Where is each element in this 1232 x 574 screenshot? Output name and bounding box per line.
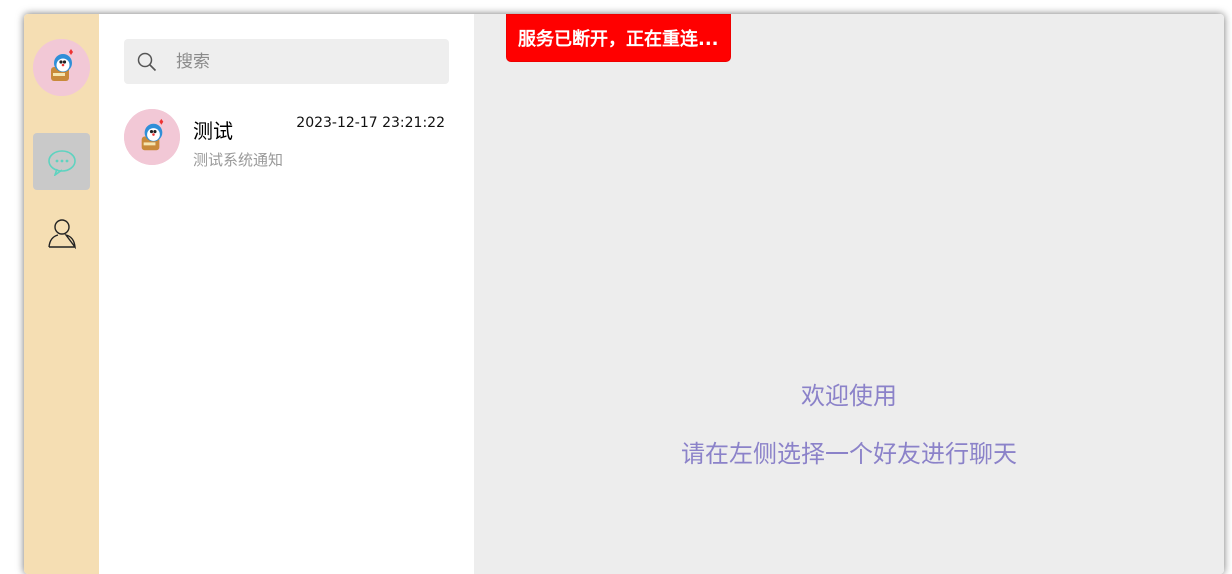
search-icon bbox=[137, 52, 157, 72]
user-icon bbox=[47, 218, 76, 249]
select-friend-hint: 请在左侧选择一个好友进行聊天 bbox=[681, 440, 1017, 468]
doraemon-avatar-icon bbox=[124, 109, 180, 165]
nav-rail bbox=[24, 14, 99, 574]
conversation-preview: 测试系统通知 bbox=[193, 151, 284, 169]
conversation-item[interactable]: 测试 2023-12-17 23:21:22 测试系统通知 bbox=[124, 109, 449, 169]
chat-app-window: 测试 2023-12-17 23:21:22 测试系统通知 服务已断开，正在重连… bbox=[24, 14, 1224, 574]
doraemon-avatar-icon bbox=[33, 39, 90, 96]
nav-contacts-button[interactable] bbox=[33, 204, 90, 261]
connection-status-toast: 服务已断开，正在重连... bbox=[506, 14, 731, 62]
chat-main-area: 服务已断开，正在重连... 欢迎使用 请在左侧选择一个好友进行聊天 bbox=[474, 14, 1224, 574]
conversation-list-panel: 测试 2023-12-17 23:21:22 测试系统通知 bbox=[99, 14, 474, 574]
user-avatar[interactable] bbox=[33, 39, 90, 96]
search-input[interactable] bbox=[174, 50, 438, 73]
conversation-name: 测试 bbox=[193, 119, 233, 143]
search-box[interactable] bbox=[124, 39, 449, 84]
conversation-time: 2023-12-17 23:21:22 bbox=[296, 115, 445, 131]
chat-bubble-icon bbox=[47, 149, 76, 176]
conversation-avatar bbox=[124, 109, 180, 165]
nav-chat-button[interactable] bbox=[33, 133, 90, 190]
welcome-title: 欢迎使用 bbox=[801, 382, 897, 410]
